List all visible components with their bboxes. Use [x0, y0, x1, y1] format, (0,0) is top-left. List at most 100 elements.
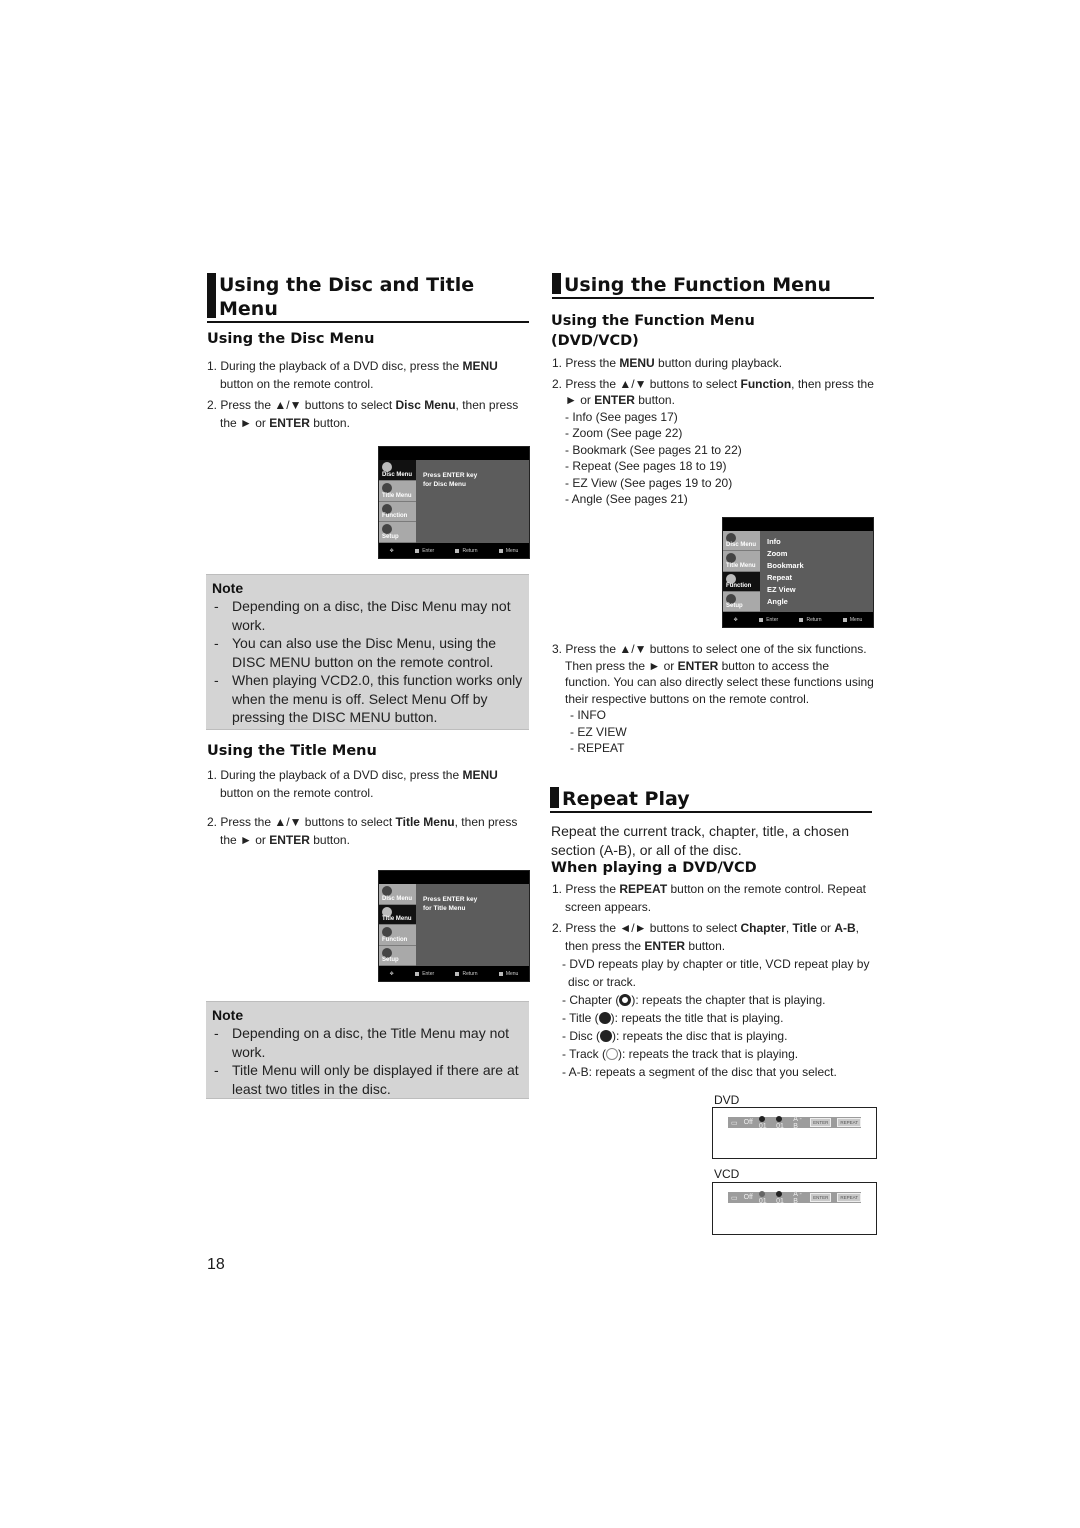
- vcd-label: VCD: [714, 1167, 740, 1181]
- osd-item-setup: Setup: [723, 591, 760, 612]
- osd-side-menu: Disc Menu Title Menu Function Setup: [379, 884, 416, 966]
- vcd-repeat-bar: ▭ Off 01 01 A - B ENTER REPEAT: [728, 1190, 861, 1205]
- note-box-title-menu: Note - Depending on a disc, the Title Men…: [206, 1001, 529, 1099]
- note-item: - When playing VCD2.0, this function work…: [214, 672, 523, 725]
- step-1: 1. Press the REPEAT button on the remote…: [552, 882, 866, 914]
- disc-menu-steps: 1. During the playback of a DVD disc, pr…: [207, 357, 532, 432]
- detail-item: - DVD repeats play by chapter or title, …: [562, 957, 870, 989]
- osd-item-title-menu: Title Menu: [723, 551, 760, 572]
- repeat-off: Off: [743, 1119, 753, 1126]
- repeat-chip: REPEAT: [837, 1118, 861, 1127]
- function-list-item: - Angle (See pages 21): [565, 492, 688, 506]
- step-1: 1. Press the MENU button during playback…: [552, 356, 783, 370]
- direct-button-item: - INFO: [570, 708, 606, 722]
- repeat-icon: ▭: [731, 1194, 738, 1202]
- dvd-repeat-bar: ▭ Off 01 01 A - B ENTER REPEAT: [728, 1115, 861, 1130]
- disc-icon: [382, 886, 392, 896]
- osd-message: Press ENTER key for Disc Menu: [423, 472, 478, 488]
- section-marker: [207, 273, 216, 318]
- osd-top-bar: [723, 518, 873, 531]
- gear-icon: [382, 524, 392, 535]
- section-title-line2: Menu: [219, 298, 278, 320]
- title-icon: [382, 482, 392, 493]
- repeat-details: - DVD repeats play by chapter or title, …: [552, 955, 882, 1081]
- osd-item-title-menu: Title Menu: [379, 480, 416, 502]
- step-1: 1. During the playback of a DVD disc, pr…: [207, 768, 498, 800]
- note-item: - You can also use the Disc Menu, using t…: [214, 635, 497, 670]
- disc-value: 01: [776, 1190, 787, 1205]
- osd-top-bar: [379, 871, 529, 884]
- repeat-chip: REPEAT: [837, 1193, 861, 1202]
- title-value: 01: [776, 1115, 787, 1130]
- subsection-title-disc-menu: Using the Disc Menu: [207, 331, 375, 347]
- section-marker: [552, 273, 561, 294]
- direct-button-list: - INFO - EZ VIEW - REPEAT: [552, 707, 877, 757]
- osd-item-function: Function: [723, 571, 760, 592]
- subsection-title-title-menu: Using the Title Menu: [207, 743, 377, 759]
- note-heading: Note: [212, 1007, 244, 1023]
- mode-title: - Title (): repeats the title that is pl…: [562, 1011, 784, 1025]
- dvd-label: DVD: [714, 1093, 740, 1107]
- mode-chapter: - Chapter (): repeats the chapter that i…: [562, 993, 826, 1007]
- function-list-item: - Info (See pages 17): [565, 409, 678, 424]
- function-icon: [382, 927, 392, 937]
- osd-item-disc-menu: Disc Menu: [379, 884, 416, 905]
- dpad-icon: ✥: [389, 970, 394, 977]
- function-icon: [382, 503, 392, 514]
- mode-disc: - Disc (): repeats the disc that is play…: [562, 1029, 788, 1043]
- function-menu-osd-screenshot: Disc Menu Title Menu Function Setup Info…: [722, 517, 874, 628]
- osd-item-function: Function: [379, 925, 416, 946]
- title-menu-osd-screenshot: Disc Menu Title Menu Function Setup Pres…: [378, 870, 530, 982]
- section-title-function-menu: Using the Function Menu: [552, 273, 874, 299]
- vcd-repeat-screen: ▭ Off 01 01 A - B ENTER REPEAT: [712, 1182, 877, 1235]
- osd-function-list: Info Zoom Bookmark Repeat EZ View Angle: [767, 537, 804, 606]
- step-2: 2. Press the ▲/▼ buttons to select Title…: [207, 815, 518, 847]
- note-item: - Title Menu will only be displayed if th…: [214, 1062, 519, 1097]
- section-title-disc-title-menu: Using the Disc and Title Menu: [207, 273, 529, 323]
- ab-option: A - B: [793, 1190, 802, 1205]
- disc-menu-osd-screenshot: Disc Menu Title Menu Function Setup Pres…: [378, 446, 530, 559]
- chapter-repeat-icon: [619, 994, 632, 1006]
- gear-icon: [382, 947, 392, 958]
- osd-side-menu: Disc Menu Title Menu Function Setup: [723, 531, 760, 612]
- function-menu-steps: 1. Press the MENU button during playback…: [552, 355, 882, 508]
- step-2: 2. Press the ◄/► buttons to select Chapt…: [552, 921, 859, 953]
- function-list-item: - Zoom (See page 22): [565, 426, 683, 440]
- note-box-disc-menu: Note - Depending on a disc, the Disc Menu…: [206, 574, 529, 730]
- track-value: 01: [758, 1190, 770, 1205]
- osd-footer: ✥ Enter Return Menu: [379, 543, 529, 558]
- osd-top-bar: [379, 447, 529, 460]
- section-title-line1: Using the Disc and Title: [219, 274, 475, 296]
- function-list-item: - Repeat (See pages 18 to 19): [565, 459, 727, 473]
- step-2: 2. Press the ▲/▼ buttons to select Disc …: [207, 398, 519, 430]
- title-icon: [382, 906, 392, 917]
- section-title-repeat-play: Repeat Play: [550, 787, 872, 813]
- direct-button-item: - REPEAT: [570, 741, 625, 755]
- osd-item-function: Function: [379, 501, 416, 523]
- title-repeat-icon: [598, 1012, 611, 1024]
- ab-option: A - B: [793, 1115, 802, 1130]
- osd-footer: ✥ Enter Return Menu: [723, 612, 873, 627]
- title-menu-steps: 1. During the playback of a DVD disc, pr…: [207, 766, 532, 849]
- step-1: 1. During the playback of a DVD disc, pr…: [207, 359, 498, 391]
- function-list-item: - EZ View (See pages 19 to 20): [565, 475, 733, 490]
- step-3: 3. Press the ▲/▼ buttons to select one o…: [552, 642, 874, 706]
- disc-icon: [382, 462, 392, 472]
- mode-track: - Track (): repeats the track that is pl…: [562, 1047, 799, 1061]
- osd-side-menu: Disc Menu Title Menu Function Setup: [379, 460, 416, 543]
- direct-button-item: - EZ VIEW: [570, 724, 627, 739]
- function-list: - Info (See pages 17) - Zoom (See page 2…: [552, 409, 882, 508]
- section-marker: [550, 787, 559, 808]
- osd-item-disc-menu: Disc Menu: [379, 460, 416, 481]
- dvd-repeat-screen: ▭ Off 01 01 A - B ENTER REPEAT: [712, 1107, 877, 1159]
- subsection-title-dvd-vcd: When playing a DVD/VCD: [551, 860, 757, 876]
- osd-message: Press ENTER key for Title Menu: [423, 896, 478, 912]
- repeat-steps: 1. Press the REPEAT button on the remote…: [552, 880, 882, 1081]
- dpad-icon: ✥: [733, 616, 738, 623]
- enter-chip: ENTER: [810, 1118, 832, 1127]
- chapter-value: 01: [758, 1115, 770, 1130]
- track-repeat-icon: [606, 1048, 618, 1060]
- osd-item-title-menu: Title Menu: [379, 904, 416, 925]
- function-list-item: - Bookmark (See pages 21 to 22): [565, 442, 742, 457]
- step-2: 2. Press the ▲/▼ buttons to select Funct…: [552, 376, 874, 408]
